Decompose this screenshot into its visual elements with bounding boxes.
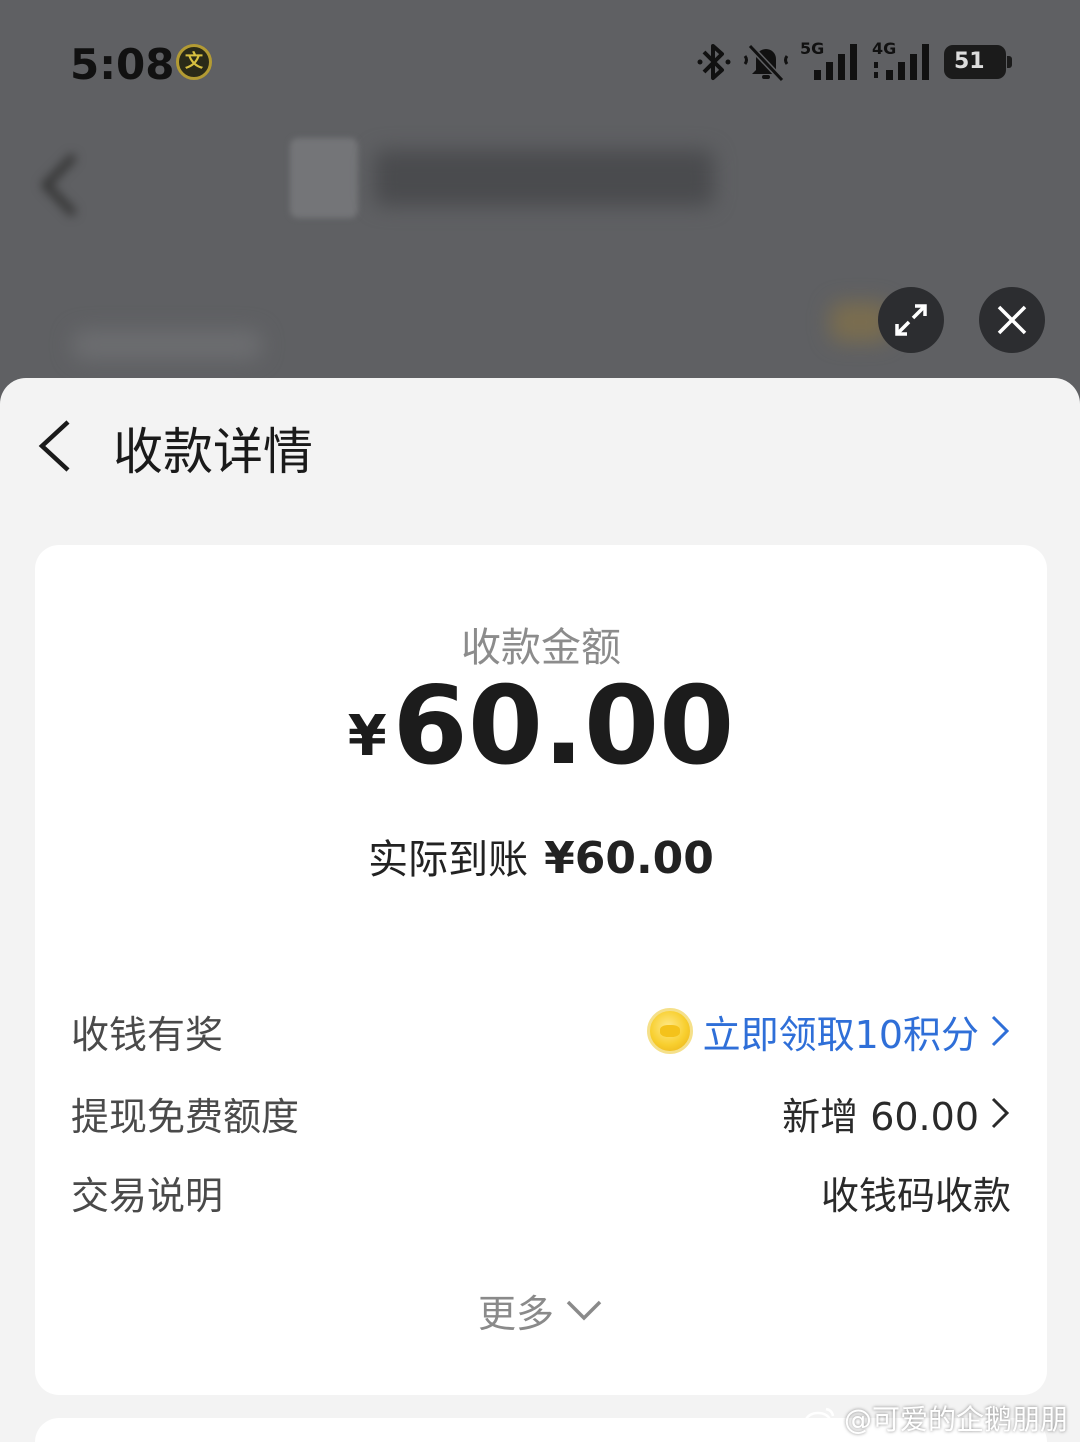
free-withdraw-quota-row[interactable]: 提现免费额度 新增 60.00 xyxy=(71,1083,1011,1143)
actual-received: 实际到账 ¥60.00 xyxy=(35,827,1047,885)
chevron-left-icon xyxy=(38,420,70,472)
background-avatar xyxy=(290,138,358,218)
expand-icon xyxy=(895,304,927,336)
background-back-icon xyxy=(40,153,77,217)
back-button[interactable] xyxy=(30,416,90,476)
reward-label: 收钱有奖 xyxy=(71,1012,224,1057)
svg-text:5G: 5G xyxy=(800,40,824,58)
transaction-note-label: 交易说明 xyxy=(71,1173,224,1218)
watermark: @可爱的企鹅朋朋 xyxy=(804,1398,1068,1438)
actual-received-label: 实际到账 xyxy=(368,837,529,883)
svg-text:4G: 4G xyxy=(872,40,896,58)
payment-detail-sheet: 收款详情 收款金额 ¥60.00 实际到账 ¥60.00 收钱有奖 立即领取10积… xyxy=(0,378,1080,1442)
chevron-right-icon xyxy=(991,1097,1010,1129)
expand-button[interactable] xyxy=(878,287,944,353)
muted-bell-icon xyxy=(743,43,789,83)
background-title-blurred xyxy=(374,150,714,206)
reward-row[interactable]: 收钱有奖 立即领取10积分 xyxy=(71,1001,1011,1061)
free-withdraw-quota-value[interactable]: 新增 60.00 xyxy=(782,1086,1011,1141)
transaction-note-value: 收钱码收款 xyxy=(820,1173,1011,1218)
more-button[interactable]: 更多 xyxy=(35,1283,1047,1338)
bluetooth-icon xyxy=(697,44,731,80)
signal-4g-icon: 4G xyxy=(872,40,929,80)
currency-symbol: ¥ xyxy=(347,704,387,769)
battery-icon: 51 xyxy=(944,45,1012,79)
background-text-blurred xyxy=(72,330,262,360)
actual-received-value: ¥60.00 xyxy=(544,833,714,884)
amount-value: ¥60.00 xyxy=(35,673,1047,781)
chevron-right-icon xyxy=(991,1015,1010,1047)
close-button[interactable] xyxy=(979,287,1045,353)
status-bar: 5:08 文 5G 4G 51 xyxy=(0,0,1080,130)
chevron-down-icon xyxy=(566,1300,602,1320)
app-notification-icon: 文 xyxy=(176,44,212,80)
free-withdraw-quota-text: 新增 60.00 xyxy=(782,1094,979,1139)
weibo-icon xyxy=(804,1407,835,1431)
signal-5g-icon: 5G xyxy=(800,40,857,80)
page-title: 收款详情 xyxy=(113,423,313,481)
watermark-text: @可爱的企鹅朋朋 xyxy=(843,1403,1068,1436)
status-icons: 5G 4G 51 xyxy=(696,40,1012,84)
close-icon xyxy=(997,305,1027,335)
payment-summary-card: 收款金额 ¥60.00 实际到账 ¥60.00 收钱有奖 立即领取10积分 提现免… xyxy=(35,545,1047,1395)
claim-points-link[interactable]: 立即领取10积分 xyxy=(646,1004,1011,1059)
transaction-note-row: 交易说明 收钱码收款 xyxy=(71,1162,1011,1222)
status-time: 5:08 xyxy=(70,40,175,89)
coin-icon xyxy=(646,1008,693,1054)
claim-points-text: 立即领取10积分 xyxy=(702,1012,979,1057)
free-withdraw-quota-label: 提现免费额度 xyxy=(71,1094,300,1139)
more-label: 更多 xyxy=(477,1292,554,1336)
amount-number: 60.00 xyxy=(392,664,735,789)
